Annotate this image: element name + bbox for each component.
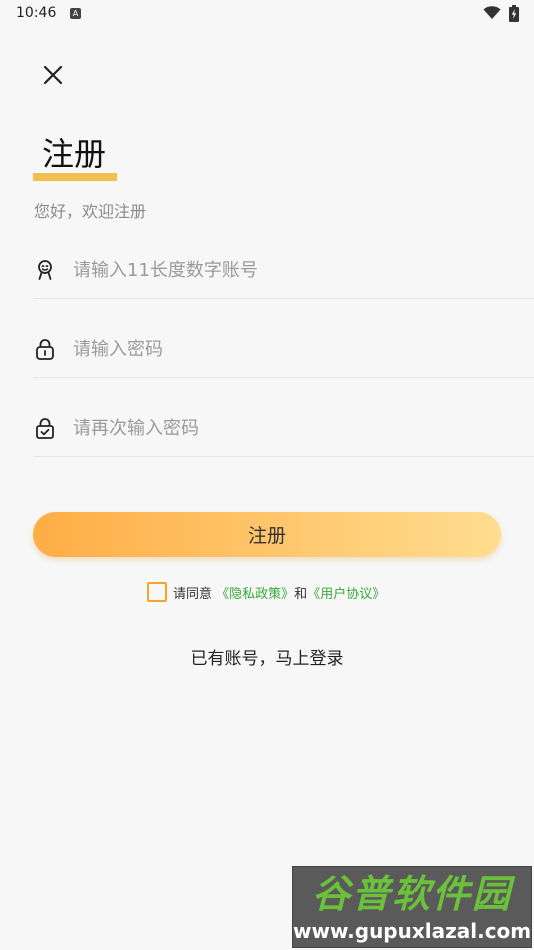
agreement-checkbox[interactable] [147, 582, 167, 602]
page-subtitle: 您好，欢迎注册 [34, 202, 147, 221]
status-bar: 10:46 A [0, 0, 534, 28]
status-time: 10:46 [16, 5, 57, 21]
privacy-policy-link[interactable]: 《隐私政策》 [216, 587, 294, 602]
watermark: 谷普软件园 www.gupuxlazal.com [292, 866, 532, 948]
wifi-icon [483, 6, 501, 19]
register-button[interactable]: 注册 [33, 512, 501, 557]
lock-icon [36, 339, 54, 360]
confirm-password-field-row [33, 408, 534, 448]
account-input[interactable] [73, 250, 513, 290]
account-field-row [33, 250, 534, 290]
agreement-joiner: 和 [294, 587, 308, 602]
page-title: 注册 [42, 135, 107, 173]
watermark-url: www.gupuxlazal.com [293, 919, 532, 943]
password-field-row [33, 329, 534, 369]
confirm-password-input[interactable] [73, 408, 513, 448]
agreement-text: 请同意 《隐私政策》和《用户协议》 [173, 583, 385, 602]
battery-charging-icon [509, 5, 519, 22]
password-input[interactable] [73, 329, 513, 369]
user-icon [38, 260, 52, 280]
login-link[interactable]: 已有账号，马上登录 [0, 644, 534, 669]
close-button[interactable] [40, 62, 66, 88]
password-divider [33, 377, 534, 378]
title-underline [33, 173, 117, 181]
user-agreement-link[interactable]: 《用户协议》 [307, 587, 385, 602]
agreement-prefix: 请同意 [173, 587, 213, 602]
watermark-logo: 谷普软件园 [311, 872, 512, 916]
lock-check-icon [36, 418, 54, 439]
account-divider [33, 298, 534, 299]
title-block: 注册 [33, 132, 117, 182]
notification-icon: A [70, 8, 81, 19]
close-icon [43, 65, 63, 85]
confirm-password-divider [33, 456, 534, 457]
